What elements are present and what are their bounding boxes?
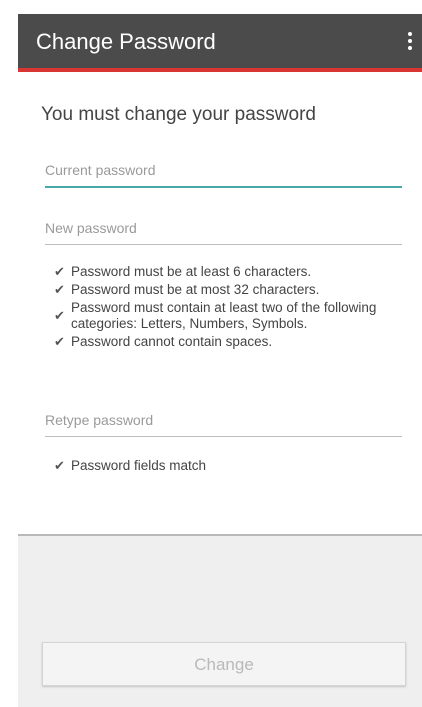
match-requirements-list: ✔ Password fields match [54, 458, 394, 476]
check-icon: ✔ [54, 308, 65, 323]
app-bar: Change Password [18, 14, 422, 72]
app-bar-title: Change Password [36, 29, 216, 54]
requirement-item: ✔ Password must be at least 6 characters… [54, 264, 394, 280]
requirement-item: ✔ Password must be at most 32 characters… [54, 282, 394, 298]
requirement-text: Password fields match [71, 458, 207, 473]
new-password-input[interactable] [45, 216, 402, 240]
requirement-item: ✔ Password fields match [54, 458, 394, 474]
check-icon: ✔ [54, 334, 65, 349]
phone-screen: Change Password You must change your pas… [18, 14, 422, 707]
check-icon: ✔ [54, 458, 65, 473]
requirement-item: ✔ Password cannot contain spaces. [54, 334, 394, 350]
change-password-card: You must change your password ✔ Password… [18, 72, 422, 536]
new-password-field [45, 216, 402, 245]
retype-password-field [45, 408, 402, 437]
current-password-field [45, 158, 402, 188]
more-vert-icon[interactable] [406, 32, 414, 54]
requirement-text: Password must be at least 6 characters. [71, 264, 312, 279]
requirement-text: Password cannot contain spaces. [71, 334, 273, 349]
check-icon: ✔ [54, 264, 65, 279]
page-heading: You must change your password [41, 104, 316, 125]
requirement-item: ✔ Password must contain at least two of … [54, 300, 394, 332]
requirement-text: Password must be at most 32 characters. [71, 282, 320, 297]
requirement-text: Password must contain at least two of th… [71, 300, 377, 331]
retype-password-input[interactable] [45, 408, 402, 432]
password-requirements-list: ✔ Password must be at least 6 characters… [54, 264, 394, 352]
change-button[interactable]: Change [42, 642, 406, 686]
check-icon: ✔ [54, 282, 65, 297]
current-password-input[interactable] [45, 158, 402, 182]
